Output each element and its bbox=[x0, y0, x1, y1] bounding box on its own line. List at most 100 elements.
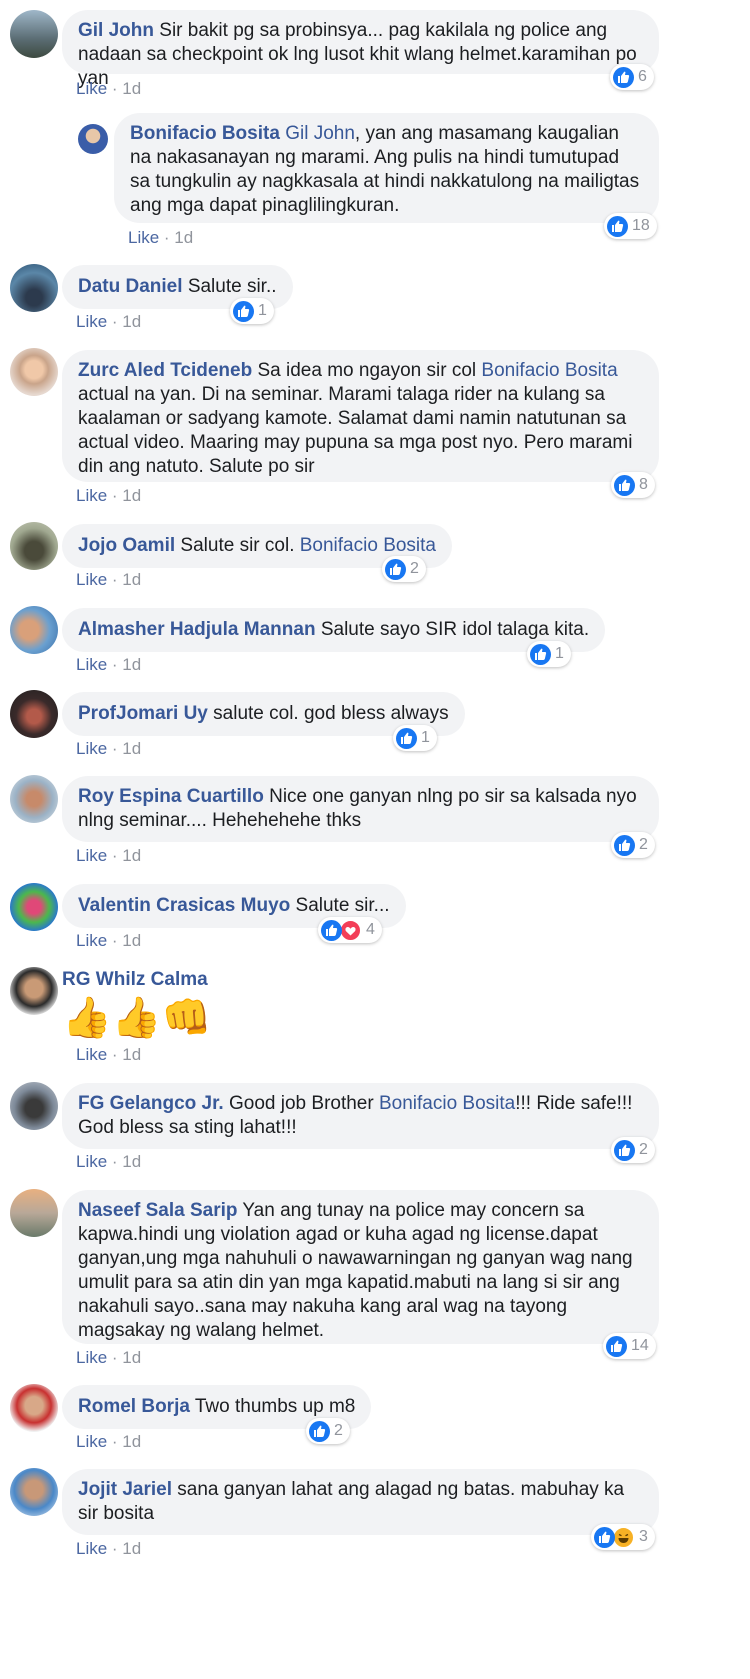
comment-time[interactable]: 1d bbox=[122, 739, 141, 758]
comment-time[interactable]: 1d bbox=[122, 1539, 141, 1558]
reaction-count[interactable]: 18 bbox=[604, 213, 657, 239]
reaction-count[interactable]: 14 bbox=[603, 1333, 656, 1359]
like-link[interactable]: Like bbox=[76, 739, 107, 758]
like-link[interactable]: Like bbox=[76, 655, 107, 674]
mention-link[interactable]: Gil John bbox=[285, 123, 355, 144]
comment-time[interactable]: 1d bbox=[122, 486, 141, 505]
avatar[interactable] bbox=[10, 522, 58, 570]
comment-author[interactable]: Naseef Sala Sarip bbox=[78, 1200, 237, 1221]
like-reaction-icon bbox=[614, 474, 635, 496]
like-reaction-icon bbox=[606, 1335, 627, 1357]
reaction-count[interactable]: 1 bbox=[230, 298, 274, 324]
avatar[interactable] bbox=[10, 1082, 58, 1130]
reaction-count[interactable]: 3 bbox=[591, 1524, 655, 1550]
like-link[interactable]: Like bbox=[76, 1152, 107, 1171]
like-link[interactable]: Like bbox=[76, 1432, 107, 1451]
comment-text: Yan ang tunay na police may concern sa k… bbox=[78, 1200, 633, 1341]
mention-link[interactable]: Bonifacio Bosita bbox=[300, 535, 436, 556]
comment-author[interactable]: Bonifacio Bosita bbox=[130, 123, 280, 144]
reaction-count-value: 1 bbox=[258, 302, 267, 319]
avatar[interactable] bbox=[10, 1384, 58, 1432]
comment-bubble: Jojit Jariel sana ganyan lahat ang alaga… bbox=[62, 1469, 659, 1535]
reaction-count[interactable]: 2 bbox=[611, 1137, 655, 1163]
comment-time[interactable]: 1d bbox=[122, 570, 141, 589]
comment-time[interactable]: 1d bbox=[122, 931, 141, 950]
like-link[interactable]: Like bbox=[76, 79, 107, 98]
comment-text: Salute sir.. bbox=[187, 276, 277, 297]
like-link[interactable]: Like bbox=[76, 312, 107, 331]
reaction-count[interactable]: 2 bbox=[306, 1418, 350, 1444]
comment-author[interactable]: Gil John bbox=[78, 20, 154, 41]
like-reaction-icon bbox=[309, 1420, 330, 1442]
comment-bubble: Zurc Aled Tcideneb Sa idea mo ngayon sir… bbox=[62, 350, 659, 482]
comment-time[interactable]: 1d bbox=[122, 1348, 141, 1367]
like-link[interactable]: Like bbox=[128, 228, 159, 247]
avatar[interactable] bbox=[78, 124, 108, 154]
comment-meta: Like · 1d bbox=[76, 570, 142, 589]
comment-time[interactable]: 1d bbox=[122, 312, 141, 331]
avatar[interactable] bbox=[10, 967, 58, 1015]
comment-author[interactable]: Roy Espina Cuartillo bbox=[78, 786, 264, 807]
comment-author[interactable]: Jojo Oamil bbox=[78, 535, 175, 556]
reaction-count-value: 2 bbox=[639, 836, 648, 853]
avatar[interactable] bbox=[10, 1468, 58, 1516]
like-link[interactable]: Like bbox=[76, 570, 107, 589]
comment-time[interactable]: 1d bbox=[122, 846, 141, 865]
comment-time[interactable]: 1d bbox=[174, 228, 193, 247]
comment-meta: Like · 1d bbox=[76, 1348, 142, 1367]
comment-meta: Like · 1d bbox=[76, 486, 142, 505]
like-reaction-icon bbox=[233, 300, 254, 322]
like-reaction-icon bbox=[530, 643, 551, 665]
like-link[interactable]: Like bbox=[76, 1539, 107, 1558]
avatar[interactable] bbox=[10, 264, 58, 312]
avatar[interactable] bbox=[10, 348, 58, 396]
comment-text: Good job Brother bbox=[229, 1093, 379, 1114]
comment-time[interactable]: 1d bbox=[122, 1152, 141, 1171]
comment-bubble: FG Gelangco Jr. Good job Brother Bonifac… bbox=[62, 1083, 659, 1149]
comment-bubble: Roy Espina Cuartillo Nice one ganyan nln… bbox=[62, 776, 659, 842]
comment-meta: Like · 1d bbox=[76, 312, 142, 331]
like-reaction-icon bbox=[321, 919, 342, 941]
comment-text-cont: actual na yan. Di na seminar. Marami tal… bbox=[78, 384, 633, 477]
comment-author[interactable]: Valentin Crasicas Muyo bbox=[78, 895, 290, 916]
avatar[interactable] bbox=[10, 690, 58, 738]
avatar[interactable] bbox=[10, 606, 58, 654]
reaction-count-value: 1 bbox=[421, 729, 430, 746]
comment-text: Salute sir col. bbox=[180, 535, 300, 556]
reaction-count[interactable]: 8 bbox=[611, 472, 655, 498]
comment-meta: Like · 1d bbox=[76, 739, 142, 758]
comment-author[interactable]: Romel Borja bbox=[78, 1396, 190, 1417]
comment-author[interactable]: ProfJomari Uy bbox=[78, 703, 208, 724]
mention-link[interactable]: Bonifacio Bosita bbox=[481, 360, 617, 381]
comment-time[interactable]: 1d bbox=[122, 1432, 141, 1451]
haha-reaction-icon bbox=[612, 1525, 635, 1549]
reaction-count[interactable]: 4 bbox=[318, 917, 382, 943]
reaction-count[interactable]: 2 bbox=[611, 832, 655, 858]
comment-text: salute col. god bless always bbox=[213, 703, 449, 724]
reaction-count[interactable]: 2 bbox=[382, 556, 426, 582]
comment-author[interactable]: Zurc Aled Tcideneb bbox=[78, 360, 252, 381]
avatar[interactable] bbox=[10, 1189, 58, 1237]
comment-time[interactable]: 1d bbox=[122, 79, 141, 98]
comment-time[interactable]: 1d bbox=[122, 655, 141, 674]
comment-author[interactable]: RG Whilz Calma bbox=[62, 969, 208, 990]
reaction-count[interactable]: 6 bbox=[610, 64, 654, 90]
comment-author[interactable]: Almasher Hadjula Mannan bbox=[78, 619, 316, 640]
comment-meta: Like · 1d bbox=[76, 79, 142, 98]
avatar[interactable] bbox=[10, 883, 58, 931]
reaction-count[interactable]: 1 bbox=[527, 641, 571, 667]
like-link[interactable]: Like bbox=[76, 1045, 107, 1064]
avatar[interactable] bbox=[10, 10, 58, 58]
like-link[interactable]: Like bbox=[76, 931, 107, 950]
comment-meta: Like · 1d bbox=[76, 931, 142, 950]
like-link[interactable]: Like bbox=[76, 846, 107, 865]
like-link[interactable]: Like bbox=[76, 1348, 107, 1367]
avatar[interactable] bbox=[10, 775, 58, 823]
reaction-count[interactable]: 1 bbox=[393, 725, 437, 751]
comment-author[interactable]: Jojit Jariel bbox=[78, 1479, 172, 1500]
comment-author[interactable]: Datu Daniel bbox=[78, 276, 183, 297]
mention-link[interactable]: Bonifacio Bosita bbox=[379, 1093, 515, 1114]
comment-time[interactable]: 1d bbox=[122, 1045, 141, 1064]
like-link[interactable]: Like bbox=[76, 486, 107, 505]
comment-author[interactable]: FG Gelangco Jr. bbox=[78, 1093, 224, 1114]
